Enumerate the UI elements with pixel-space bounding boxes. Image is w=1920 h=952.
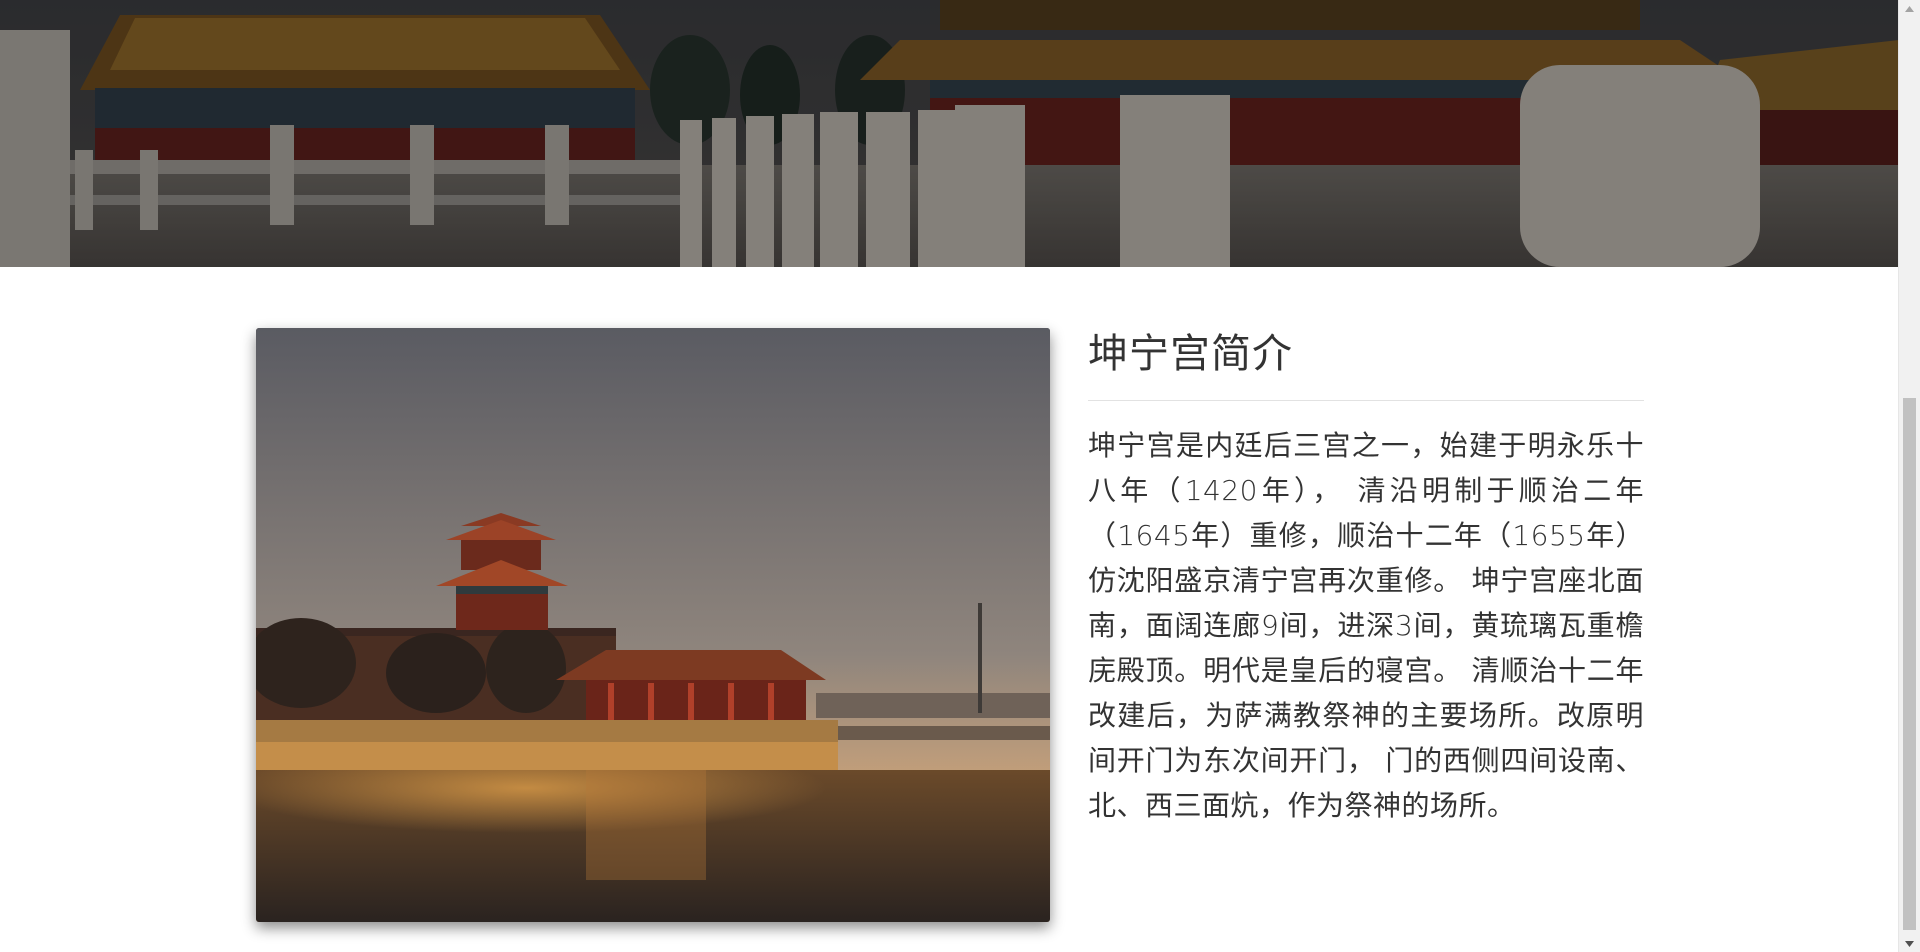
hero-banner	[0, 0, 1899, 267]
intro-body: 坤宁宫是内廷后三宫之一，始建于明永乐十八年（1420年）， 清沿明制于顺治二年（…	[1088, 429, 1644, 822]
hero-banner-image	[0, 0, 1899, 267]
intro-title: 坤宁宫简介	[1088, 331, 1293, 377]
intro-section: 坤宁宫简介 坤宁宫是内廷后三宫之一，始建于明永乐十八年（1420年）， 清沿明制…	[1088, 318, 1644, 828]
scroll-up-arrow-icon[interactable]	[1899, 0, 1920, 17]
corner-tower-photo	[256, 328, 1050, 922]
scroll-down-arrow-icon[interactable]	[1899, 935, 1920, 952]
scrollbar-thumb[interactable]	[1903, 398, 1916, 930]
title-divider	[1088, 400, 1644, 401]
feature-photo	[256, 328, 1050, 922]
page-scrollbar[interactable]	[1898, 0, 1920, 952]
